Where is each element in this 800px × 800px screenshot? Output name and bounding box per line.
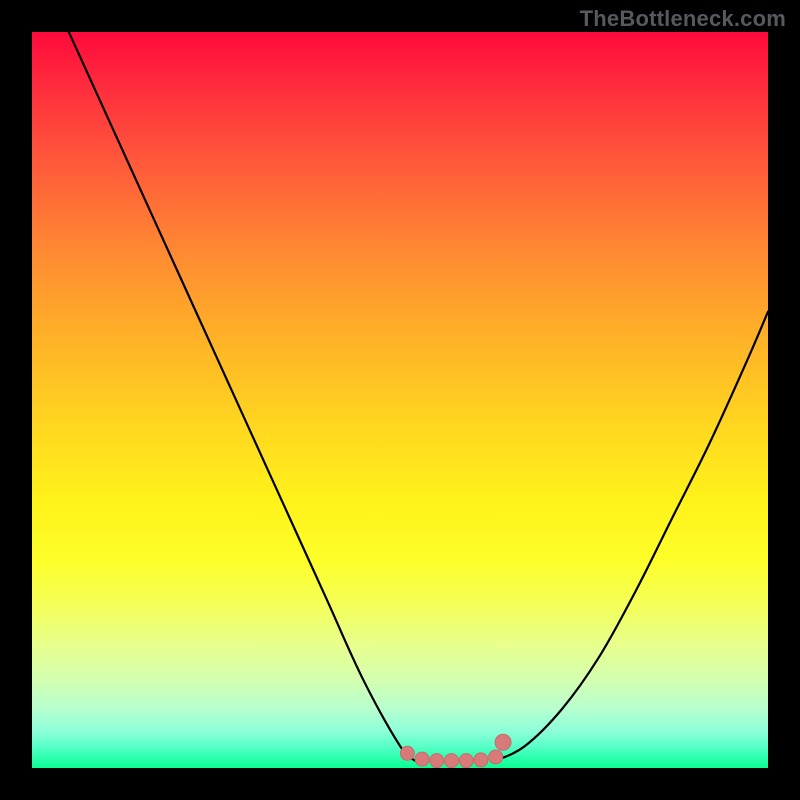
right-curve [496, 312, 768, 761]
chart-frame: TheBottleneck.com [0, 0, 800, 800]
plot-area [32, 32, 768, 768]
marker-dot [400, 746, 414, 760]
marker-dot [495, 734, 511, 750]
marker-dot [474, 753, 488, 767]
left-curve [69, 32, 415, 761]
marker-dot [445, 754, 459, 768]
marker-dot [459, 754, 473, 768]
marker-dot [489, 750, 503, 764]
watermark-text: TheBottleneck.com [580, 6, 786, 32]
curve-layer [32, 32, 768, 768]
marker-dot [430, 754, 444, 768]
marker-dot [415, 752, 429, 766]
bottom-dots [400, 734, 511, 767]
